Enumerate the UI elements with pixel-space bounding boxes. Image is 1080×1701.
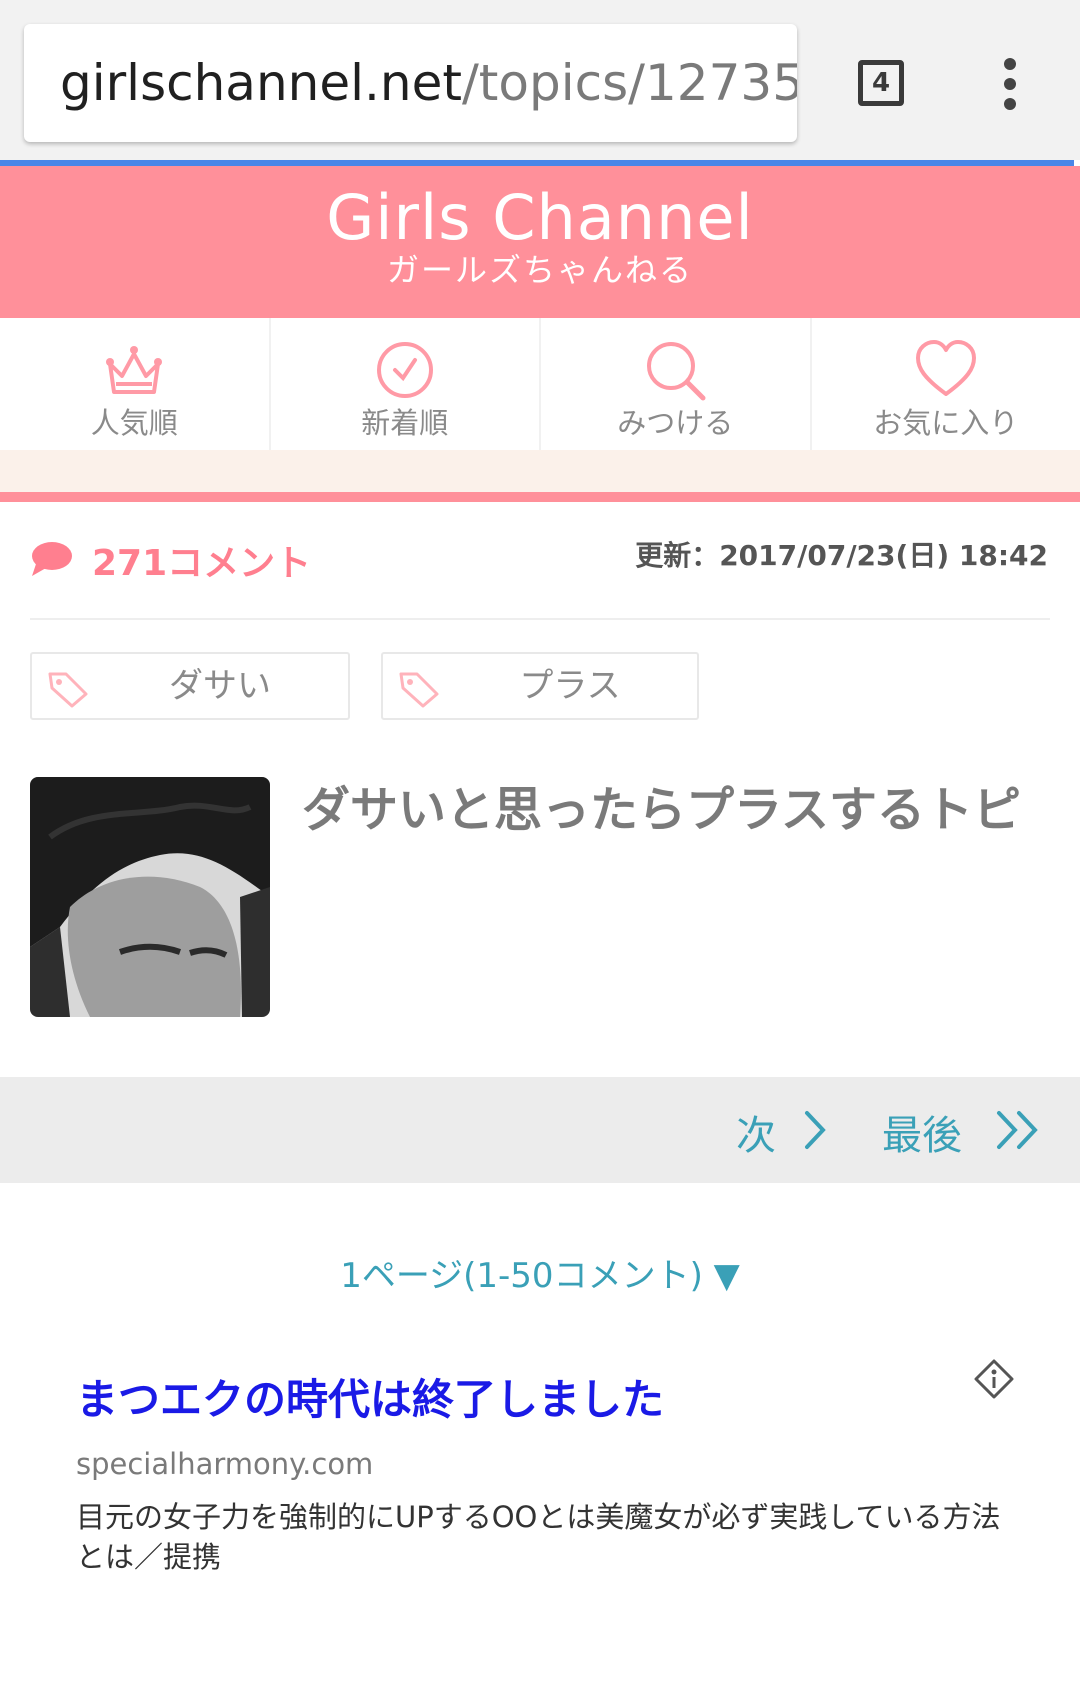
nav-popular-label: 人気順 [90,406,178,440]
heart-icon [915,340,976,396]
double-chevron-right-icon[interactable] [995,1109,1041,1151]
tag-icon [48,672,88,708]
nav-newest-label: 新着順 [361,406,449,440]
tag-label: ダサい [169,666,271,706]
ad-info-icon[interactable] [973,1358,1015,1400]
more-options-icon[interactable] [996,58,1026,110]
site-logo-subtitle: ガールズちゃんねる [386,251,693,289]
nav-search-label: みつける [617,406,734,440]
last-page-link[interactable]: 最後 [882,1103,962,1161]
tag-plus[interactable]: プラス [381,652,699,720]
info-divider [30,618,1050,620]
topic-thumbnail[interactable] [30,777,270,1017]
tag-label: プラス [519,666,621,706]
nav-spacer [0,450,1080,492]
portrait-photo [30,777,270,1017]
ad-title-link[interactable]: まつエクの時代は終了しました [76,1366,664,1427]
url-path: /topics/1273573/ [461,54,797,112]
tag-dasai[interactable]: ダサい [30,652,350,720]
ad-description: 目元の女子力を強制的にUPするOOとは美魔女が必ず実践している方法とは／提携 [76,1500,1001,1574]
tag-icon [399,672,439,708]
pagination-bar: 次 最後 [0,1077,1080,1183]
search-icon [647,342,706,401]
site-logo[interactable]: Girls Channel [0,186,1080,250]
url-host: girlschannel.net [60,54,462,112]
page-selector[interactable]: 1ページ(1-50コメント) ▼ [0,1248,1080,1297]
tab-switcher-button[interactable]: 4 [858,60,904,106]
nav-newest[interactable]: 新着順 [271,318,541,450]
address-bar[interactable]: girlschannel.net/topics/1273573/ [24,24,797,142]
section-divider [0,492,1080,502]
next-page-link[interactable]: 次 [736,1103,776,1161]
site-header[interactable]: Girls Channel ガールズちゃんねる [0,166,1080,318]
crown-icon [106,346,163,394]
browser-toolbar: girlschannel.net/topics/1273573/ 4 [0,0,1080,160]
topic-title: ダサいと思ったらプラスするトピ [302,782,1022,838]
nav-search[interactable]: みつける [541,318,812,450]
ad-domain: specialharmony.com [76,1447,374,1481]
nav-favorites-label: お気に入り [873,406,1019,440]
clock-icon [376,342,433,398]
nav-favorites[interactable]: お気に入り [812,318,1080,450]
comment-count-link[interactable]: 271コメント [30,535,311,585]
chevron-right-icon[interactable] [803,1109,827,1151]
main-nav: 人気順 新着順 みつける お気に入り [0,318,1080,450]
updated-timestamp: 更新：2017/07/23(日) 18:42 [635,539,1048,572]
comment-bubble-icon [32,542,72,576]
nav-popular[interactable]: 人気順 [0,318,271,450]
comment-count: 271コメント [92,543,312,584]
